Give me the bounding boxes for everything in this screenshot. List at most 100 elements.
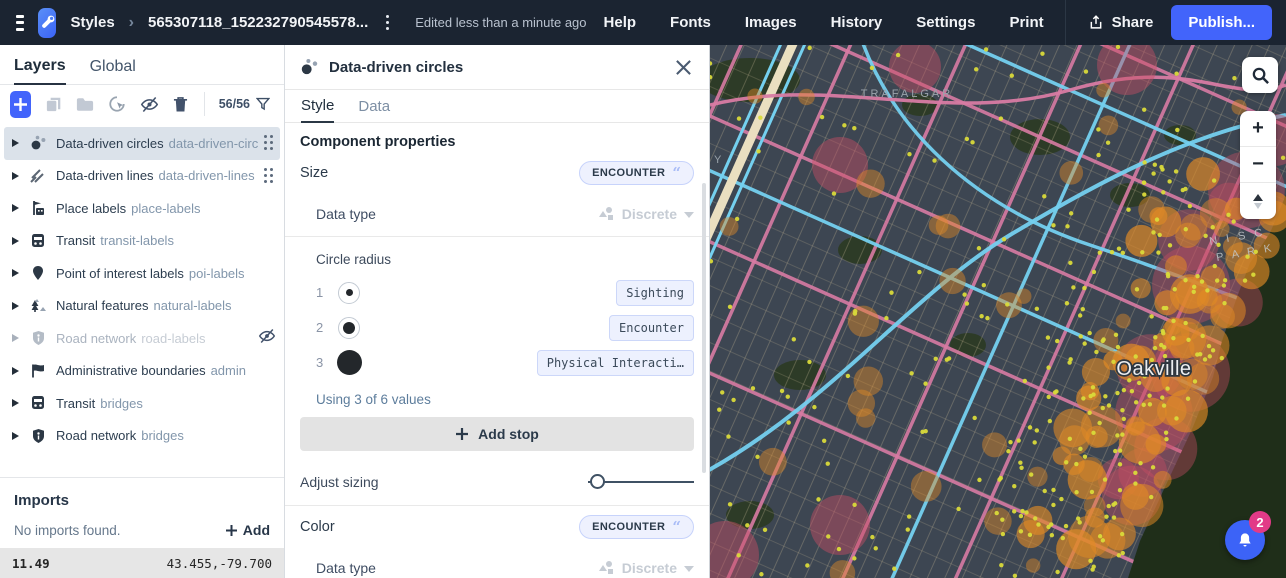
zoom-in-button[interactable]: + [1240, 111, 1276, 147]
map-canvas[interactable]: TRAFALGAR Y N I S C P A R K Oakville + − [710, 45, 1286, 578]
close-icon [675, 59, 692, 76]
layer-row-transit-bridges[interactable]: Transit bridges [0, 387, 284, 420]
layer-row-place-labels[interactable]: Place labels place-labels [0, 192, 284, 225]
nav-help[interactable]: Help [587, 14, 654, 31]
delete-layer-button[interactable] [173, 96, 188, 113]
chevron-down-icon [684, 212, 694, 218]
drag-handle-icon[interactable] [262, 133, 276, 153]
city-label-oakville: Oakville [1116, 358, 1191, 380]
hide-layer-button[interactable] [140, 96, 159, 113]
layer-row-data-driven-circles[interactable]: Data-driven circles data-driven-circ [4, 127, 280, 160]
size-datatype-label: Data type [316, 206, 376, 222]
zoom-out-button[interactable]: − [1240, 147, 1276, 183]
discrete-shapes-icon [598, 206, 615, 222]
nav-images[interactable]: Images [728, 14, 814, 31]
search-icon [1251, 66, 1270, 85]
nav-history[interactable]: History [814, 14, 900, 31]
map-status-bar: 11.49 43.455,-79.700 [0, 548, 284, 578]
expand-caret-icon[interactable] [12, 367, 19, 375]
circle-size-preview[interactable] [336, 282, 362, 304]
expand-caret-icon[interactable] [12, 432, 19, 440]
admin-flag-icon [29, 363, 47, 379]
select-cursor-icon [108, 95, 126, 113]
slider-handle[interactable] [590, 474, 605, 489]
close-panel-button[interactable] [673, 57, 694, 78]
group-layers-button[interactable] [76, 97, 94, 112]
panel-scrollbar[interactable] [702, 183, 706, 473]
layer-filter[interactable]: 56/56 [219, 97, 274, 111]
expand-caret-icon[interactable] [12, 237, 19, 245]
expand-caret-icon[interactable] [12, 334, 19, 342]
expand-caret-icon[interactable] [12, 172, 19, 180]
notifications-button[interactable]: 2 [1225, 520, 1265, 560]
size-datatype-dropdown[interactable]: Discrete [598, 206, 694, 222]
lines-layer-icon [29, 168, 47, 184]
tab-style[interactable]: Style [301, 97, 334, 123]
layer-row-road-labels[interactable]: Road network road-labels [0, 322, 284, 355]
expand-caret-icon[interactable] [12, 204, 19, 212]
nav-settings[interactable]: Settings [899, 14, 992, 31]
circles-layer-icon [29, 135, 47, 151]
stop-value-badge[interactable]: Physical Interacti… [537, 350, 694, 376]
color-field-badge[interactable]: ENCOUNTER “ [579, 515, 694, 539]
layer-row-poi-labels[interactable]: Point of interest labels poi-labels [0, 257, 284, 290]
wrench-icon [38, 14, 56, 32]
layer-hidden-eye-off-icon[interactable] [258, 328, 276, 349]
add-layer-button[interactable] [10, 91, 31, 118]
circle-size-preview[interactable] [336, 350, 362, 375]
top-nav: Help Fonts Images History Settings Print… [587, 0, 1286, 45]
radius-stop-row: 1 Sighting [300, 275, 694, 310]
poi-pin-icon [29, 265, 47, 281]
adjust-sizing-slider[interactable] [588, 474, 694, 490]
size-field-badge[interactable]: ENCOUNTER “ [579, 161, 694, 185]
map-zoom-controls: + − [1240, 111, 1276, 219]
nav-fonts[interactable]: Fonts [653, 14, 728, 31]
layer-list: Data-driven circles data-driven-circ Dat… [0, 123, 284, 477]
stop-value-badge[interactable]: Sighting [616, 280, 694, 306]
size-label: Size [300, 165, 328, 181]
share-icon [1088, 14, 1104, 31]
circle-size-preview[interactable] [336, 317, 362, 339]
breadcrumb-styles[interactable]: Styles [70, 14, 114, 31]
layer-count: 56/56 [219, 97, 250, 111]
duplicate-icon [45, 96, 62, 113]
style-options-kebab-icon[interactable] [382, 13, 393, 32]
layer-row-natural-labels[interactable]: Natural features natural-labels [0, 290, 284, 323]
expand-caret-icon[interactable] [12, 269, 19, 277]
layer-row-admin-boundaries[interactable]: Administrative boundaries admin [0, 355, 284, 388]
geocoder-search-button[interactable] [1242, 57, 1278, 93]
imports-add-button[interactable]: Add [225, 522, 270, 538]
share-button[interactable]: Share [1070, 14, 1172, 31]
add-stop-button[interactable]: Add stop [300, 417, 694, 451]
pitch-toggle-button[interactable] [1240, 183, 1276, 219]
stop-value-badge[interactable]: Encounter [609, 315, 694, 341]
style-title: 565307118_152232790545578... [148, 14, 368, 31]
filter-funnel-icon [256, 97, 270, 111]
drag-handle-icon[interactable] [262, 166, 276, 186]
duplicate-layer-button[interactable] [45, 96, 62, 113]
color-datatype-dropdown[interactable]: Discrete [598, 560, 694, 576]
tab-global[interactable]: Global [90, 58, 136, 84]
layer-row-transit-labels[interactable]: Transit transit-labels [0, 225, 284, 258]
expand-caret-icon[interactable] [12, 139, 19, 147]
expand-caret-icon[interactable] [12, 302, 19, 310]
layer-row-data-driven-lines[interactable]: Data-driven lines data-driven-lines [0, 160, 284, 193]
layer-row-road-bridges[interactable]: Road network bridges [0, 420, 284, 453]
section-heading: Component properties [300, 134, 694, 150]
discrete-shapes-icon [598, 560, 615, 576]
tab-layers[interactable]: Layers [14, 57, 66, 85]
breadcrumb-chevron-icon: › [129, 14, 134, 32]
using-values-note: Using 3 of 6 values [316, 392, 694, 407]
menu-icon[interactable] [16, 15, 24, 31]
nav-print[interactable]: Print [992, 14, 1060, 31]
mapbox-logo-icon[interactable] [38, 8, 56, 38]
road-shield-icon [29, 330, 47, 346]
tab-data[interactable]: Data [358, 98, 390, 122]
road-label-trafalgar: TRAFALGAR [861, 88, 953, 100]
publish-button[interactable]: Publish... [1171, 5, 1272, 40]
map-coordinates: 43.455,-79.700 [167, 556, 272, 571]
plus-icon [455, 427, 469, 441]
expand-caret-icon[interactable] [12, 399, 19, 407]
transit-icon [29, 395, 47, 411]
select-data-button[interactable] [108, 95, 126, 113]
